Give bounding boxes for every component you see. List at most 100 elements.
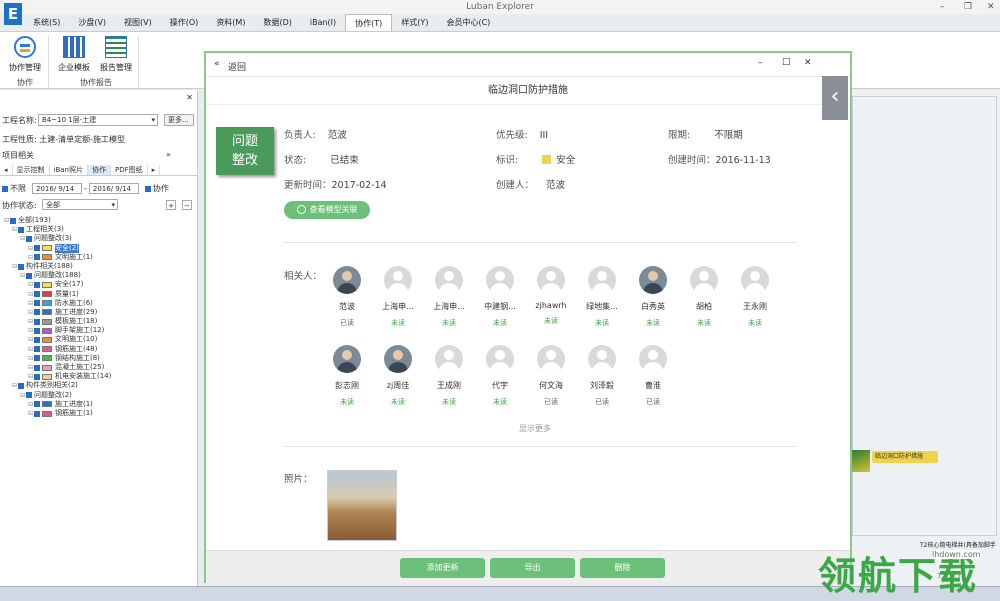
- related-person[interactable]: 上海申... 未读: [429, 266, 469, 328]
- collab-manage-button[interactable]: 协作管理: [5, 36, 45, 73]
- menu-style[interactable]: 样式(Y): [392, 14, 437, 31]
- tree-checkbox[interactable]: [34, 309, 40, 316]
- tree-checkbox[interactable]: [34, 327, 40, 334]
- tab-pdf[interactable]: PDF图纸: [111, 165, 148, 175]
- tree-checkbox[interactable]: [34, 300, 40, 307]
- tree-checkbox[interactable]: [26, 235, 32, 242]
- date-to-input[interactable]: 2016/ 9/14: [88, 183, 139, 194]
- add-icon[interactable]: +: [166, 200, 176, 210]
- tree-item[interactable]: ⊟ 混凝土施工(25): [4, 363, 111, 372]
- tree-item[interactable]: ⊟ 钢结构施工(8): [4, 354, 111, 363]
- tree-item[interactable]: ⊟ 安全(17): [4, 280, 111, 289]
- delete-button[interactable]: 删除: [580, 558, 665, 578]
- tree-checkbox[interactable]: [10, 217, 16, 224]
- tree-item[interactable]: ⊟ 全部(193): [4, 216, 111, 225]
- tree-item[interactable]: ⊟ 文明施工(1): [4, 253, 111, 262]
- tree-checkbox[interactable]: [34, 318, 40, 325]
- issue-tag-label[interactable]: 临边洞口防护措施: [872, 451, 938, 463]
- back-button[interactable]: 返回: [228, 60, 246, 73]
- export-button[interactable]: 导出: [490, 558, 575, 578]
- tab-collab[interactable]: 协作: [88, 165, 111, 175]
- tree-item[interactable]: ⊟ 工程相关(3): [4, 225, 111, 234]
- tree-checkbox[interactable]: [18, 263, 24, 270]
- tree-checkbox[interactable]: [26, 392, 32, 399]
- related-person[interactable]: zj周佳 未读: [378, 345, 418, 407]
- tree-checkbox[interactable]: [26, 272, 32, 279]
- tree-item[interactable]: ⊟ 构件相关(188): [4, 262, 111, 271]
- tree-checkbox[interactable]: [34, 346, 40, 353]
- related-person[interactable]: 绿地集... 未读: [582, 266, 622, 328]
- tree-item[interactable]: ⊟ 施工进度(29): [4, 308, 111, 317]
- restore-icon[interactable]: ❐: [964, 0, 972, 14]
- add-update-button[interactable]: 添加更新: [400, 558, 485, 578]
- tree-checkbox[interactable]: [34, 355, 40, 362]
- more-button[interactable]: 更多...: [164, 114, 194, 126]
- menu-system[interactable]: 系统(S): [24, 14, 69, 31]
- panel-close-icon[interactable]: ✕: [186, 93, 193, 102]
- menu-member[interactable]: 会员中心(C): [437, 14, 499, 31]
- related-person[interactable]: 范波 已读: [327, 266, 367, 328]
- related-person[interactable]: 上海申... 未读: [378, 266, 418, 328]
- menu-operate[interactable]: 操作(O): [161, 14, 208, 31]
- report-manage-button[interactable]: 报告管理: [96, 36, 136, 73]
- issue-photo-thumbnail[interactable]: [327, 470, 397, 541]
- tree-item[interactable]: ⊟ 防水施工(6): [4, 299, 111, 308]
- back-double-chevron-icon[interactable]: «: [214, 59, 220, 69]
- status-select[interactable]: 全部 ▾: [42, 199, 118, 210]
- tree-item[interactable]: ⊟ 安全(2): [4, 243, 111, 253]
- related-person[interactable]: 曹淮 已读: [633, 345, 673, 407]
- tree-item[interactable]: ⊟ 文明施工(10): [4, 335, 111, 344]
- menu-sandbox[interactable]: 沙盘(V): [69, 14, 115, 31]
- show-more-link[interactable]: 显示更多: [519, 423, 551, 434]
- tree-item[interactable]: ⊟ 问题整改(188): [4, 271, 111, 280]
- view-model-link-button[interactable]: 查看模型关联: [284, 201, 370, 219]
- tree-checkbox[interactable]: [18, 226, 24, 233]
- related-person[interactable]: 彭志刚 未读: [327, 345, 367, 407]
- tree-checkbox[interactable]: [34, 337, 40, 344]
- tree-item[interactable]: ⊟ 施工进度(1): [4, 400, 111, 409]
- tab-right-arrow-icon[interactable]: ▸: [148, 165, 161, 175]
- close-icon[interactable]: ✕: [804, 58, 812, 68]
- no-limit-checkbox[interactable]: [2, 185, 8, 192]
- tab-iban-photos[interactable]: iBan照片: [50, 165, 88, 175]
- tree-checkbox[interactable]: [34, 373, 40, 380]
- tree-checkbox[interactable]: [34, 254, 40, 261]
- maximize-icon[interactable]: □: [782, 57, 791, 67]
- model-viewport[interactable]: 临边洞口防护措施 T2核心筒电梯井(具备加脚手 7.u.b.7: [852, 90, 1000, 586]
- related-person[interactable]: 代宇 未读: [480, 345, 520, 407]
- collab-checkbox[interactable]: [144, 185, 151, 192]
- tree-item[interactable]: ⊟ 模板施工(18): [4, 317, 111, 326]
- menu-data[interactable]: 数据(D): [254, 14, 300, 31]
- minimize-icon[interactable]: –: [940, 0, 945, 14]
- tree-item[interactable]: ⊟ 机电安装施工(14): [4, 372, 111, 381]
- tree-item[interactable]: ⊟ 问题整改(3): [4, 234, 111, 243]
- date-from-input[interactable]: 2016/ 9/14: [32, 183, 82, 194]
- tree-checkbox[interactable]: [34, 401, 40, 408]
- tree-item[interactable]: ⊟ 质量(1): [4, 290, 111, 299]
- menu-collab[interactable]: 协作(T): [345, 14, 393, 31]
- tree-checkbox[interactable]: [34, 410, 40, 417]
- collapse-panel-chevron-icon[interactable]: ‹: [822, 76, 848, 120]
- company-template-button[interactable]: 企业模板: [54, 36, 94, 73]
- related-person[interactable]: 王永刚 未读: [735, 266, 775, 328]
- tab-display-control[interactable]: 显示控制: [13, 165, 50, 175]
- minimize-icon[interactable]: –: [758, 58, 763, 68]
- remove-icon[interactable]: −: [182, 200, 192, 210]
- tree-item[interactable]: ⊟ 钢筋施工(1): [4, 409, 111, 418]
- tab-left-arrow-icon[interactable]: ◂: [0, 165, 13, 175]
- close-icon[interactable]: ✕: [987, 0, 995, 14]
- related-person[interactable]: 何文海 已读: [531, 345, 571, 407]
- tree-item[interactable]: ⊟ 问题整改(2): [4, 391, 111, 400]
- tree-checkbox[interactable]: [34, 291, 40, 298]
- collapse-icon[interactable]: »: [166, 150, 171, 159]
- related-person[interactable]: 白秀英 未读: [633, 266, 673, 328]
- project-name-select[interactable]: B4~10 1层-土建 ▾: [38, 114, 158, 126]
- menu-view[interactable]: 视图(V): [115, 14, 161, 31]
- tree-checkbox[interactable]: [34, 281, 40, 288]
- menu-iban[interactable]: iBan(I): [301, 14, 345, 31]
- related-person[interactable]: 胡柏 未读: [684, 266, 724, 328]
- related-person[interactable]: 刘泽毅 已读: [582, 345, 622, 407]
- menu-materials[interactable]: 资料(M): [207, 14, 254, 31]
- tree-checkbox[interactable]: [34, 245, 40, 252]
- tree-item[interactable]: ⊟ 钢筋施工(48): [4, 345, 111, 354]
